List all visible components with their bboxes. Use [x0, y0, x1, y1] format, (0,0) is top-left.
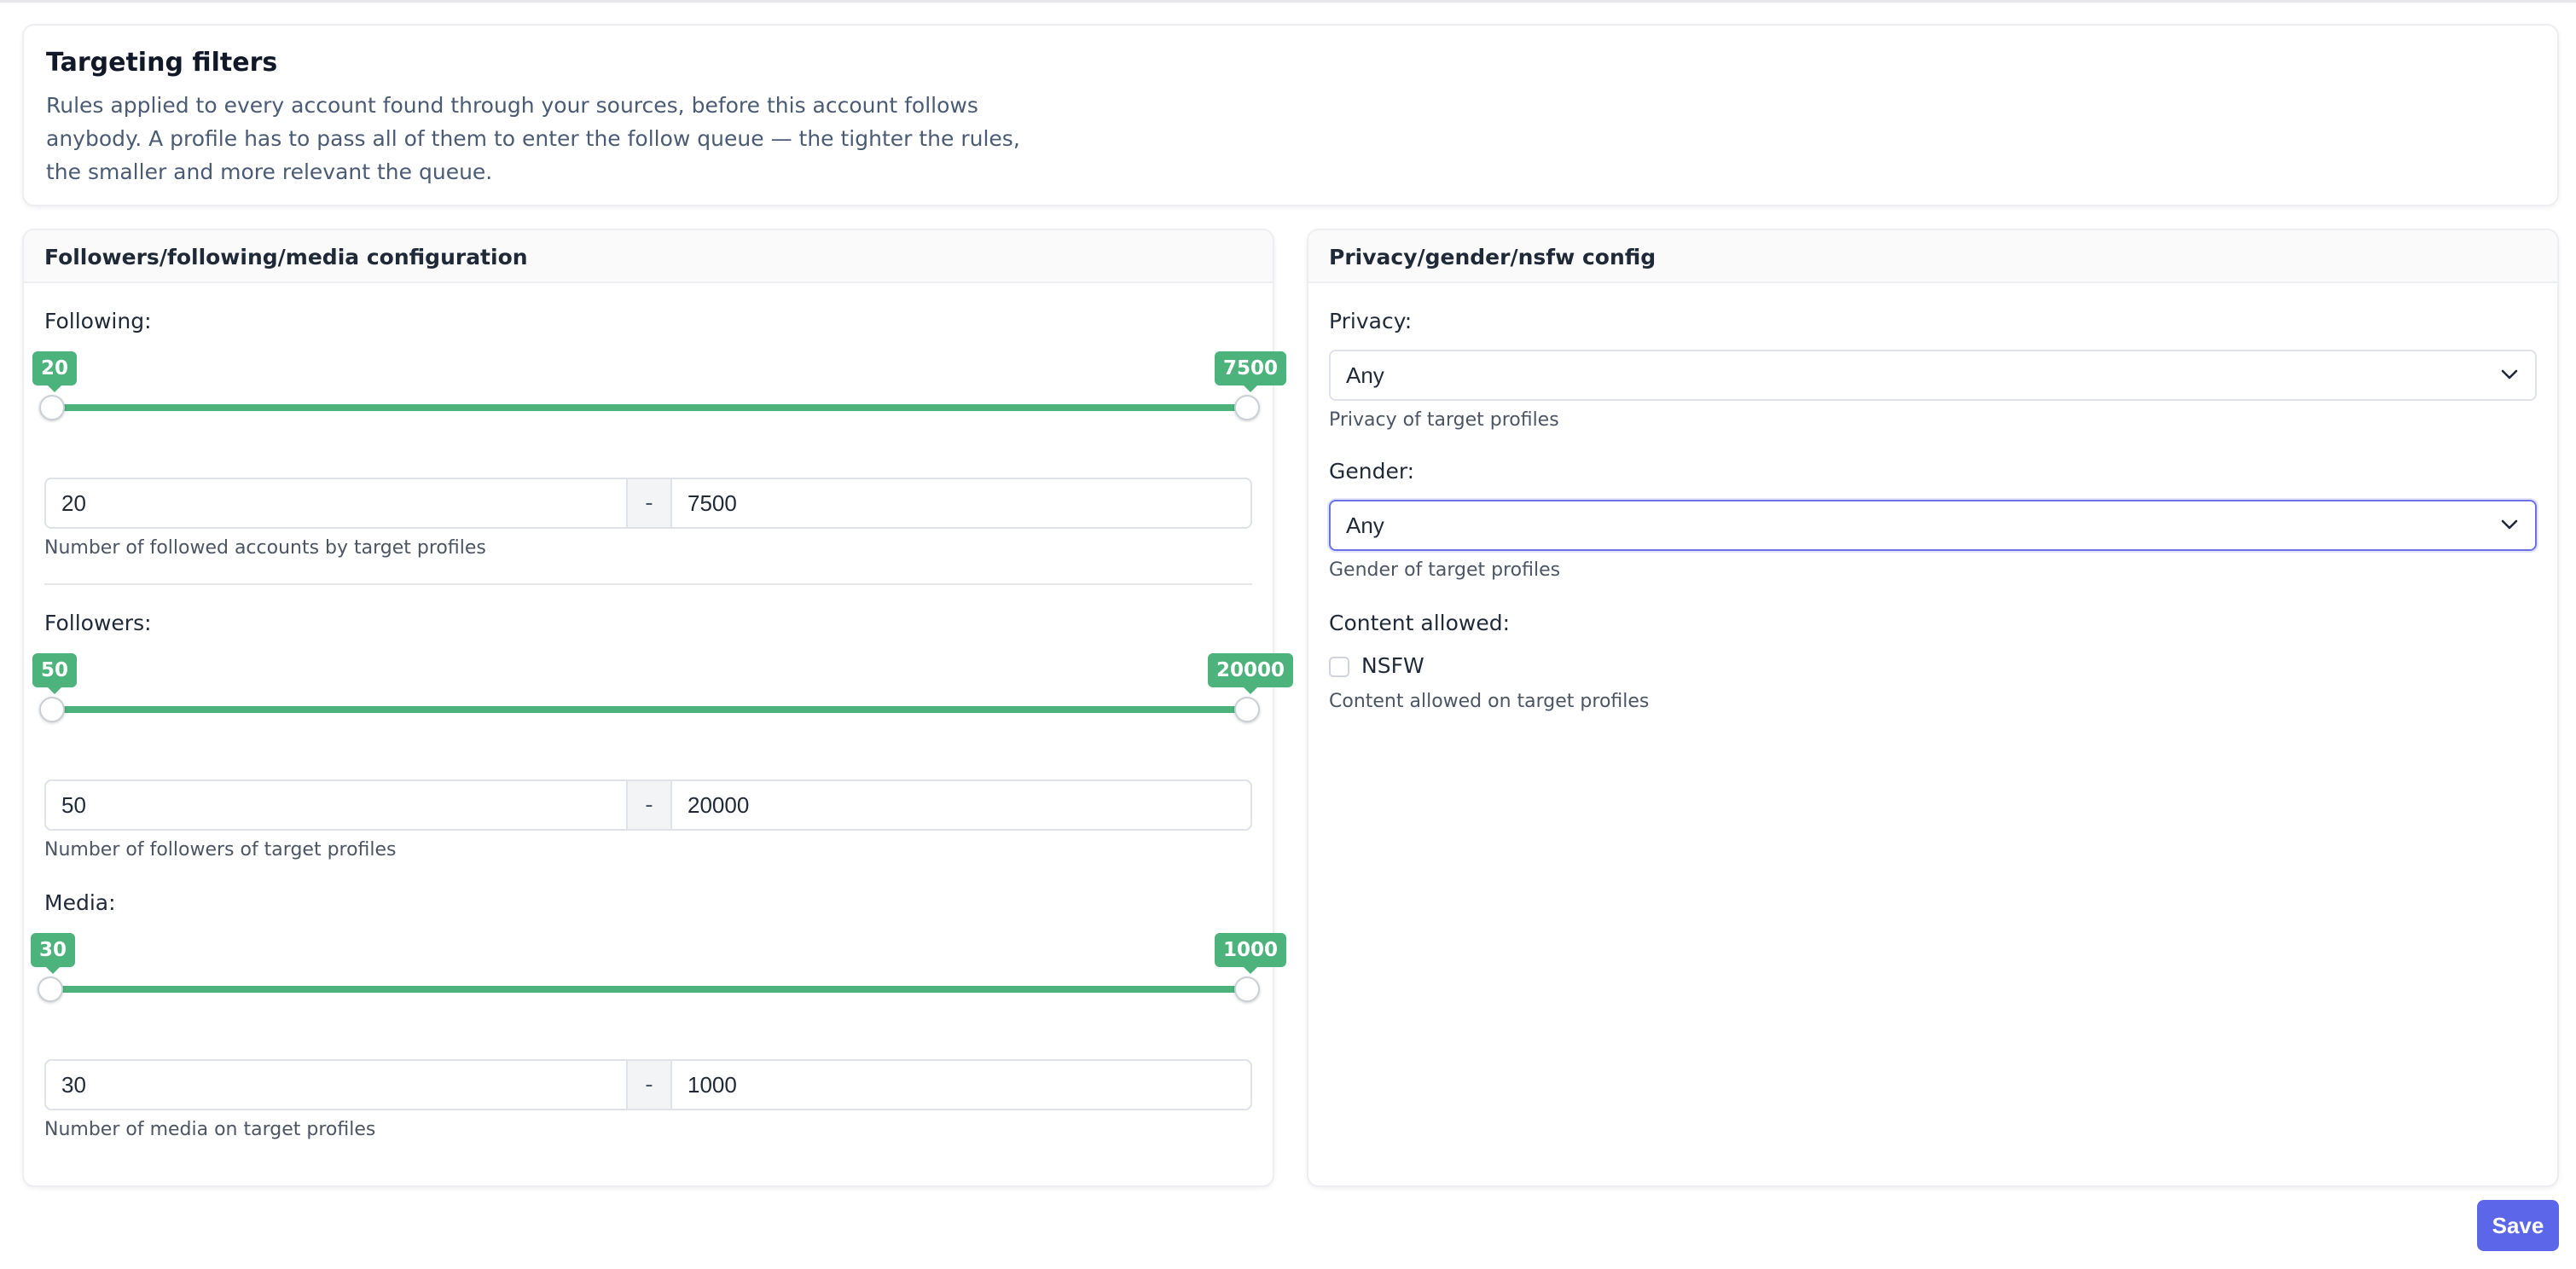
following-range-separator: - — [628, 478, 670, 529]
followers-min-tooltip: 50 — [32, 653, 78, 694]
top-border — [0, 0, 2576, 3]
page-title: Targeting filters — [46, 48, 278, 78]
media-min-handle[interactable] — [38, 976, 63, 1002]
following-min-handle[interactable] — [39, 395, 65, 420]
chevron-down-icon — [2501, 519, 2518, 530]
nsfw-checkbox[interactable] — [1329, 657, 1349, 677]
followers-max-input[interactable] — [670, 779, 1252, 831]
following-min-input[interactable] — [44, 478, 628, 529]
media-range-separator: - — [628, 1059, 670, 1110]
following-min-tooltip: 20 — [32, 351, 78, 392]
following-max-tooltip: 7500 — [1215, 351, 1287, 392]
following-slider-track[interactable] — [49, 404, 1245, 411]
followers-range-separator: - — [628, 779, 670, 831]
gender-help-text: Gender of target profiles — [1329, 559, 1561, 581]
followers-max-tooltip: 20000 — [1208, 653, 1294, 694]
followers-label: Followers: — [44, 611, 152, 635]
followers-following-media-panel: Followers/following/media configuration … — [22, 229, 1294, 1187]
media-min-input[interactable] — [44, 1059, 628, 1110]
media-max-tooltip: 1000 — [1215, 933, 1287, 974]
gender-select-value: Any — [1346, 513, 1384, 538]
chevron-down-icon — [2501, 369, 2518, 380]
page-description: Rules applied to every account found thr… — [46, 93, 1020, 184]
following-range-inputs: - — [44, 478, 1252, 529]
following-max-handle[interactable] — [1234, 395, 1260, 420]
privacy-select[interactable]: Any — [1329, 350, 2537, 401]
section-divider — [44, 583, 1252, 585]
followers-slider-track[interactable] — [49, 706, 1245, 713]
content-allowed-label: Content allowed: — [1329, 611, 1510, 635]
media-label: Media: — [44, 890, 116, 915]
following-help-text: Number of followed accounts by target pr… — [44, 537, 486, 559]
gender-select[interactable]: Any — [1329, 500, 2537, 551]
panel-title: Privacy/gender/nsfw config — [1308, 230, 2557, 283]
panel-title: Followers/following/media configuration — [24, 230, 1273, 283]
media-range-inputs: - — [44, 1059, 1252, 1110]
content-help-text: Content allowed on target profiles — [1329, 691, 1650, 712]
following-label: Following: — [44, 309, 152, 333]
media-slider-track[interactable] — [49, 986, 1245, 993]
followers-min-input[interactable] — [44, 779, 628, 831]
followers-max-handle[interactable] — [1234, 697, 1260, 722]
media-min-tooltip: 30 — [31, 933, 76, 974]
nsfw-option-label[interactable]: NSFW — [1361, 653, 1424, 678]
save-button[interactable]: Save — [2477, 1200, 2559, 1251]
privacy-label: Privacy: — [1329, 309, 1413, 333]
followers-help-text: Number of followers of target profiles — [44, 839, 397, 860]
followers-range-inputs: - — [44, 779, 1252, 831]
privacy-select-value: Any — [1346, 362, 1384, 388]
privacy-gender-nsfw-panel: Privacy/gender/nsfw config Privacy: Any … — [1307, 229, 2559, 1187]
followers-min-handle[interactable] — [39, 697, 65, 722]
media-max-input[interactable] — [670, 1059, 1252, 1110]
header-card: Targeting filters Rules applied to every… — [22, 24, 2559, 206]
following-max-input[interactable] — [670, 478, 1252, 529]
media-max-handle[interactable] — [1234, 976, 1260, 1002]
gender-label: Gender: — [1329, 459, 1415, 484]
media-help-text: Number of media on target profiles — [44, 1119, 376, 1140]
privacy-help-text: Privacy of target profiles — [1329, 409, 1559, 431]
